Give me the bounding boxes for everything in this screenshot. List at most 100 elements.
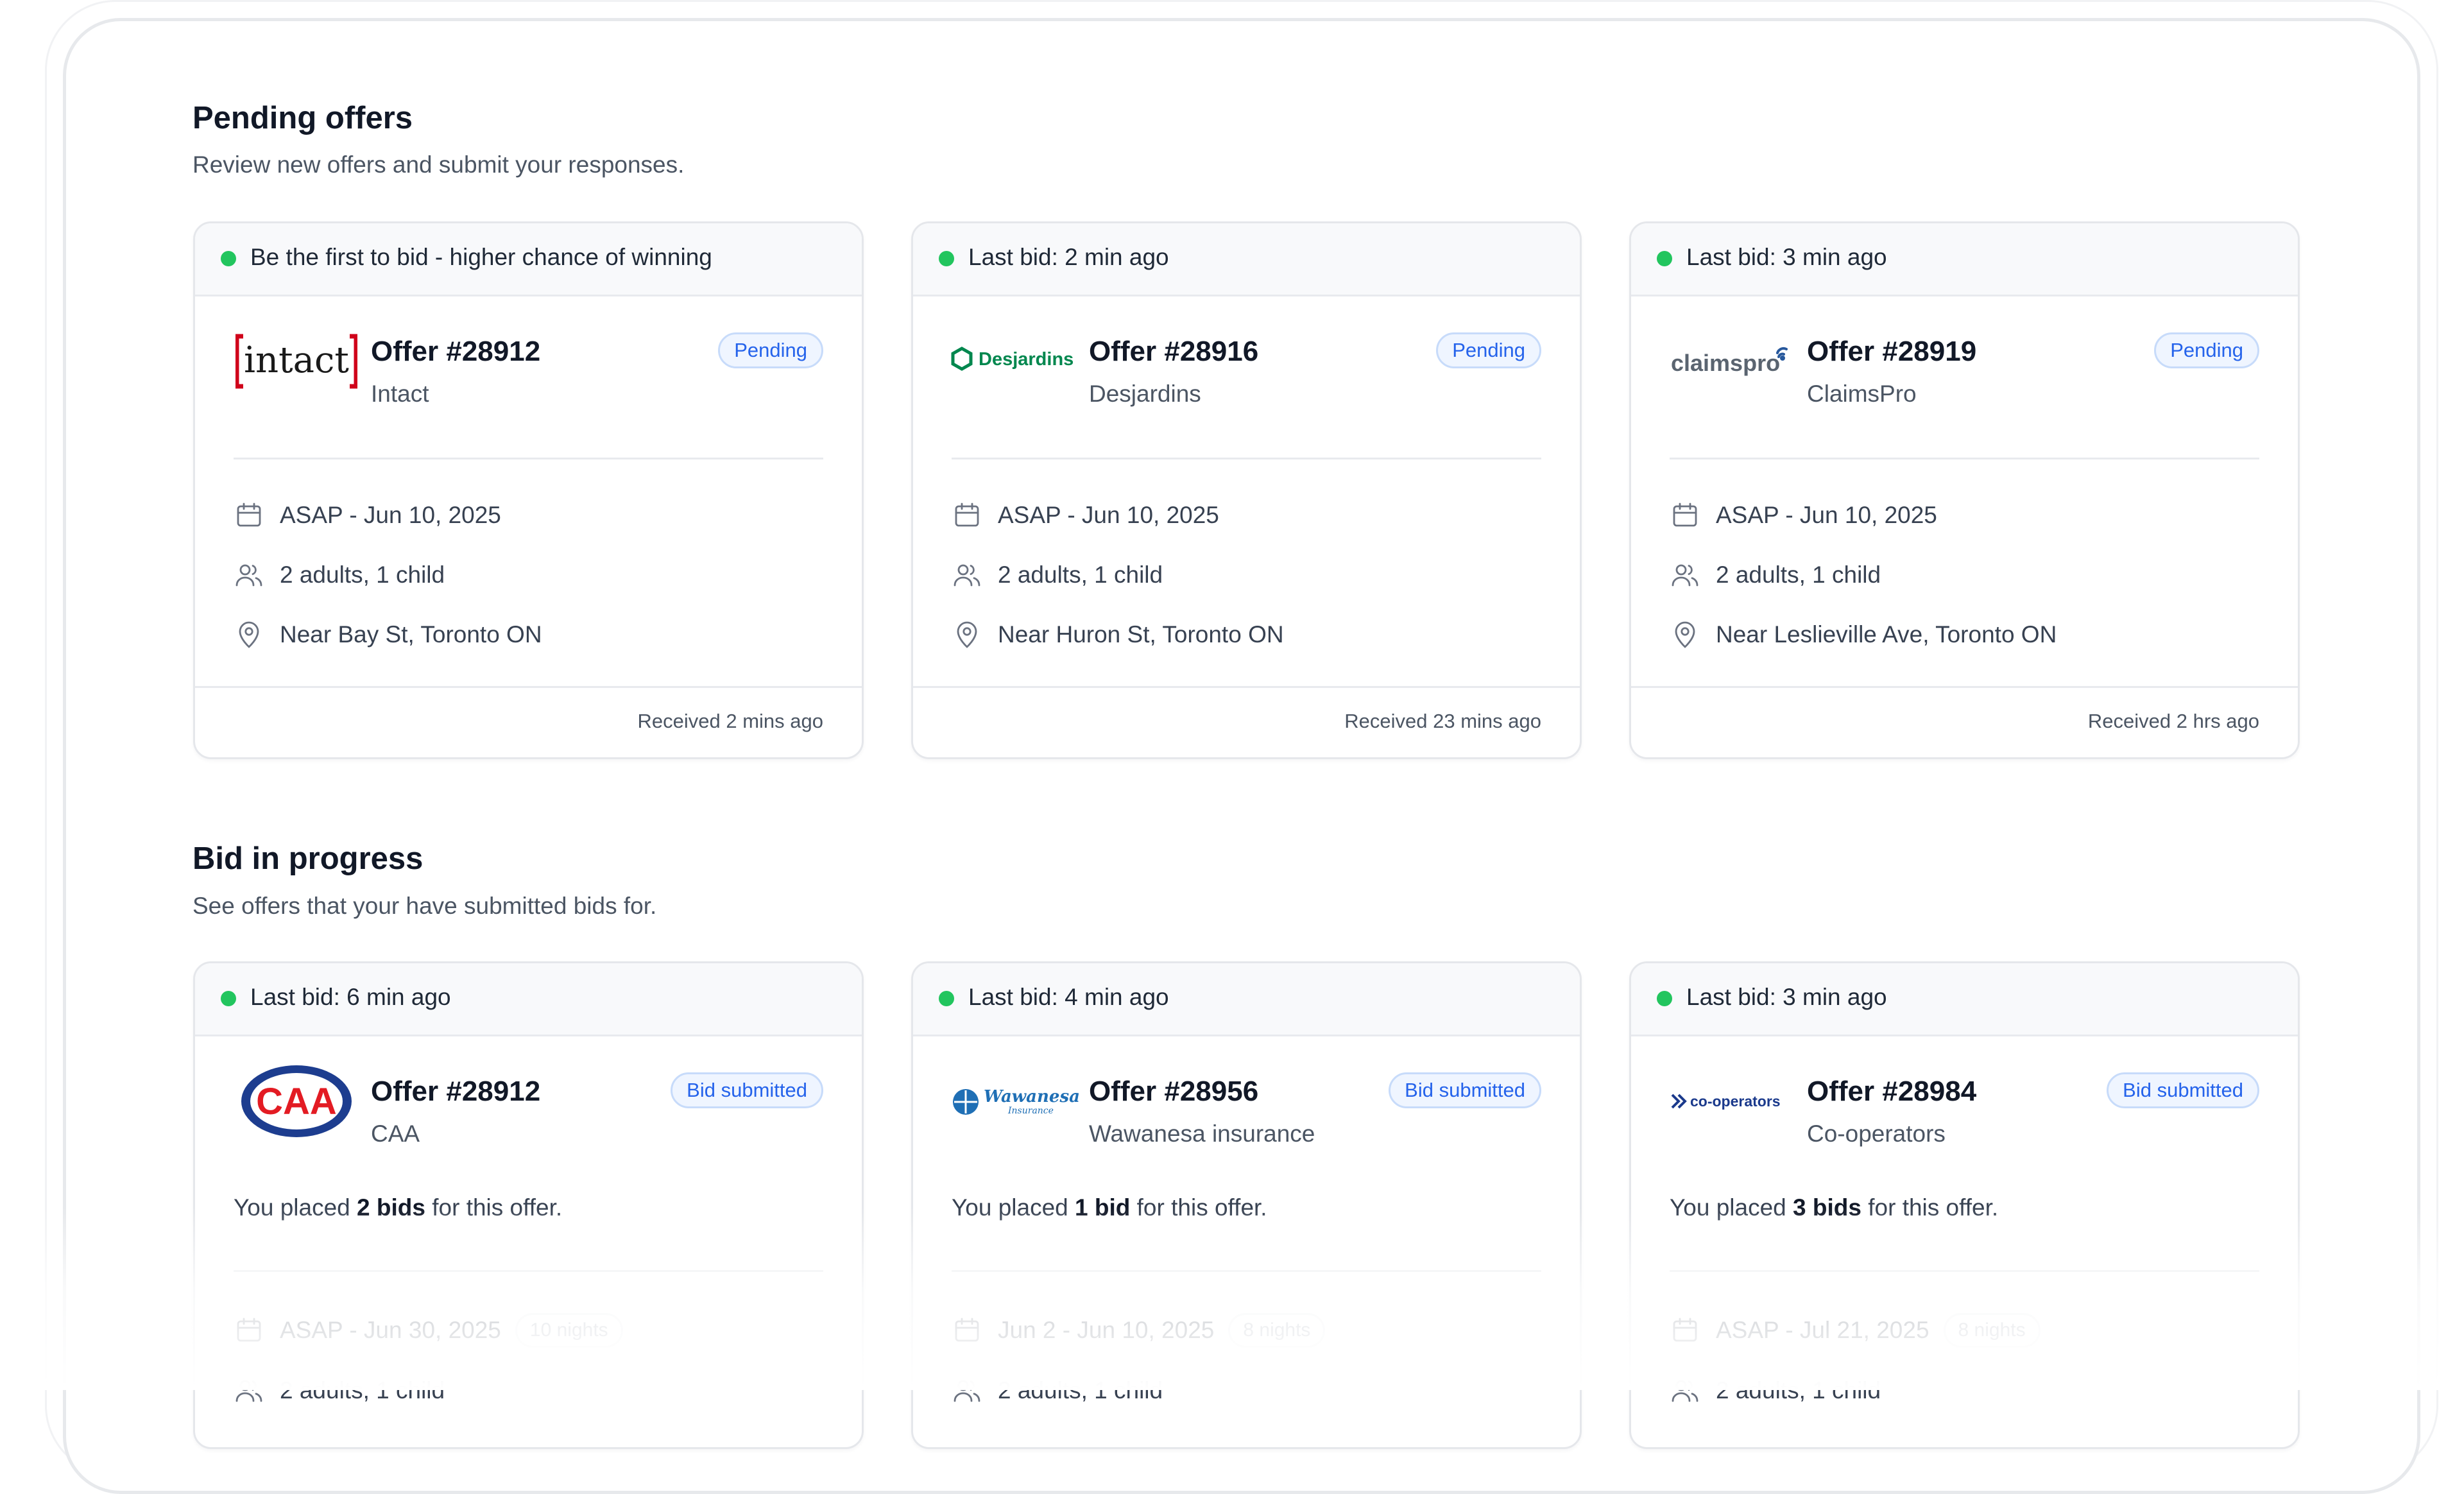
calendar-icon (1673, 502, 1697, 527)
nights-badge: 8 nights (1943, 1313, 2041, 1348)
date-row: ASAP - Jun 30, 2025 10 nights (234, 1311, 623, 1350)
bid-in-progress-subtitle: See offers that your have submitted bids… (193, 893, 657, 919)
offer-number: Offer #28916 (1089, 336, 1259, 367)
caa-logo-text: CAA (256, 1081, 337, 1122)
card-footer: Received 2 mins ago (195, 686, 862, 757)
date-range: ASAP - Jun 10, 2025 (1716, 502, 1937, 528)
caa-logo: CAA (232, 1053, 361, 1149)
location: Near Leslieville Ave, Toronto ON (1716, 621, 2057, 648)
offer-card-28912-intact[interactable]: Be the first to bid - higher chance of w… (193, 221, 864, 759)
location-pin-icon (239, 621, 259, 648)
card-header-text: Be the first to bid - higher chance of w… (250, 244, 712, 270)
status-dot (221, 991, 236, 1006)
received-time: Received 2 mins ago (637, 710, 824, 732)
bid-card-28956-wawanesa[interactable]: Last bid: 4 min ago Wawanesa Insurance O… (911, 961, 1582, 1449)
claimspro-logo: claimspro (1668, 313, 1797, 409)
company-name: Intact (371, 381, 429, 407)
offer-card-28919-claimspro[interactable]: Last bid: 3 min ago claimspro Offer #289… (1629, 221, 2300, 759)
users-icon (235, 564, 262, 587)
bids-placed-text: You placed 3 bids for this offer. (1670, 1194, 1999, 1221)
received-time: Received 23 mins ago (1344, 710, 1541, 732)
location-row: Near Leslieville Ave, Toronto ON (1670, 615, 2057, 654)
pending-offers-subtitle: Review new offers and submit your respon… (193, 151, 685, 178)
guests-row: 2 adults, 1 child (234, 556, 445, 594)
status-dot (939, 991, 954, 1006)
intact-logo-text: intact (244, 339, 349, 381)
card-header-text: Last bid: 2 min ago (968, 244, 1169, 270)
card-divider (952, 458, 1541, 459)
guest-count: 2 adults, 1 child (280, 562, 445, 588)
card-header-text: Last bid: 4 min ago (968, 984, 1169, 1010)
calendar-icon (1673, 1318, 1697, 1342)
company-name: Wawanesa insurance (1089, 1120, 1315, 1147)
date-row: ASAP - Jun 10, 2025 (952, 496, 1219, 535)
location-row: Near Bay St, Toronto ON (234, 615, 542, 654)
bid-count: 2 bids (357, 1194, 425, 1221)
calendar-icon (955, 1318, 979, 1342)
status-badge: Bid submitted (2107, 1072, 2259, 1108)
calendar-icon (237, 1318, 261, 1342)
wawanesa-logo: Wawanesa Insurance (950, 1053, 1079, 1149)
intact-logo: intact (232, 313, 361, 409)
location: Near Huron St, Toronto ON (998, 621, 1284, 648)
users-icon (1672, 564, 1698, 587)
card-footer: Received 23 mins ago (913, 686, 1580, 757)
bid-card-28912-caa[interactable]: Last bid: 6 min ago CAA Offer #28912 CAA… (193, 961, 864, 1449)
card-header-text: Last bid: 3 min ago (1686, 244, 1887, 270)
company-name: Desjardins (1089, 381, 1201, 407)
date-range: ASAP - Jun 30, 2025 (280, 1317, 501, 1343)
date-row: ASAP - Jun 10, 2025 (1670, 496, 1937, 535)
desjardins-logo-text: Desjardins (979, 349, 1074, 370)
card-divider (234, 458, 823, 459)
card-header: Last bid: 6 min ago (195, 963, 862, 1036)
guests-row: 2 adults, 1 child (952, 1371, 1163, 1410)
company-name: Co-operators (1807, 1120, 1946, 1147)
status-dot (221, 251, 236, 266)
location-pin-icon (1675, 621, 1695, 648)
status-badge: Bid submitted (1389, 1072, 1541, 1108)
calendar-icon (237, 502, 261, 527)
bids-placed-text: You placed 2 bids for this offer. (234, 1194, 563, 1221)
offer-number: Offer #28984 (1807, 1076, 1977, 1107)
users-icon (1672, 1380, 1698, 1402)
status-badge: Pending (718, 332, 823, 368)
status-badge: Bid submitted (671, 1072, 823, 1108)
card-header-text: Last bid: 3 min ago (1686, 984, 1887, 1010)
date-row: Jun 2 - Jun 10, 2025 8 nights (952, 1311, 1326, 1350)
calendar-icon (955, 502, 979, 527)
card-divider (1670, 458, 2259, 459)
card-divider (1670, 1270, 2259, 1272)
location-row: Near Huron St, Toronto ON (952, 615, 1284, 654)
co-operators-logo: co-operators (1668, 1053, 1797, 1149)
date-range: ASAP - Jul 21, 2025 (1716, 1317, 1929, 1343)
guests-row: 2 adults, 1 child (1670, 556, 1881, 594)
received-time: Received 2 hrs ago (2087, 710, 2259, 732)
company-name: ClaimsPro (1807, 381, 1917, 407)
bid-in-progress-title: Bid in progress (193, 841, 424, 876)
card-header: Last bid: 3 min ago (1631, 223, 2298, 296)
guests-row: 2 adults, 1 child (234, 1371, 445, 1410)
nights-badge: 10 nights (515, 1313, 623, 1348)
users-icon (954, 564, 980, 587)
desjardins-logo: Desjardins (950, 313, 1079, 409)
card-header: Last bid: 3 min ago (1631, 963, 2298, 1036)
guest-count: 2 adults, 1 child (1716, 562, 1881, 588)
card-header: Be the first to bid - higher chance of w… (195, 223, 862, 296)
wawanesa-logo-text: Wawanesa (984, 1087, 1079, 1106)
status-badge: Pending (1436, 332, 1541, 368)
date-range: ASAP - Jun 10, 2025 (280, 502, 501, 528)
card-divider (952, 1270, 1541, 1272)
bid-card-28984-co-operators[interactable]: Last bid: 3 min ago co-operators Offer #… (1629, 961, 2300, 1449)
company-name: CAA (371, 1120, 420, 1147)
date-row: ASAP - Jun 10, 2025 (234, 496, 501, 535)
card-footer: Received 2 hrs ago (1631, 686, 2298, 757)
bids-placed-text: You placed 1 bid for this offer. (952, 1194, 1267, 1221)
offer-card-28916-desjardins[interactable]: Last bid: 2 min ago Desjardins Offer #28… (911, 221, 1582, 759)
guests-row: 2 adults, 1 child (1670, 1371, 1881, 1410)
status-dot (1657, 251, 1672, 266)
date-range: ASAP - Jun 10, 2025 (998, 502, 1219, 528)
offer-number: Offer #28912 (371, 336, 541, 367)
date-row: ASAP - Jul 21, 2025 8 nights (1670, 1311, 2041, 1350)
bid-count: 1 bid (1075, 1194, 1131, 1221)
card-divider (234, 1270, 823, 1272)
